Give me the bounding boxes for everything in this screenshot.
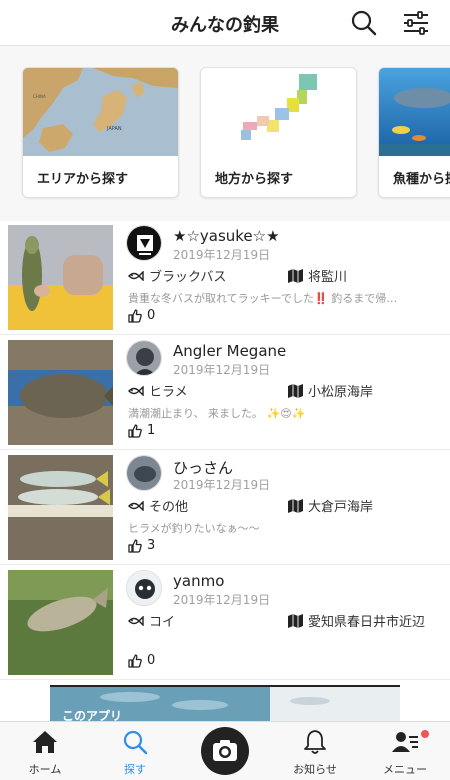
fishing-spot-label: 愛知県春日井市近辺 — [308, 615, 426, 630]
fish-species: ブラックバス — [128, 266, 226, 285]
filter-icon[interactable] — [402, 9, 430, 37]
catch-post[interactable]: yanmo 2019年12月19日 コイ 愛知県春日井市近辺 0 — [0, 566, 450, 680]
avatar[interactable] — [126, 225, 162, 261]
search-icon[interactable] — [350, 9, 378, 37]
like-button[interactable]: 0 — [128, 308, 155, 323]
nav-home[interactable]: ホーム — [0, 722, 90, 780]
post-comment: 貴重な冬バスが取れてラッキーでした‼️ 釣るまで帰… — [128, 292, 398, 305]
bottom-navigation: ホーム 探す お知らせ メニュー — [0, 721, 450, 780]
map-icon — [288, 613, 303, 628]
fish-icon — [128, 270, 144, 281]
fish-species: ヒラメ — [128, 381, 188, 400]
fish-icon — [128, 385, 144, 396]
aquarium-image — [379, 68, 450, 156]
like-button[interactable]: 0 — [128, 653, 155, 668]
username[interactable]: Angler Megane — [173, 342, 286, 360]
fish-species-label: コイ — [149, 615, 176, 630]
like-button[interactable]: 3 — [128, 538, 155, 553]
bell-icon — [304, 730, 326, 754]
search-icon — [123, 730, 148, 755]
nav-notifications[interactable]: お知らせ — [270, 722, 360, 780]
fish-species: コイ — [128, 611, 175, 630]
catch-post[interactable]: ひっさん 2019年12月19日 その他 大倉戸海岸 ヒラメが釣りたいなぁ〜〜 … — [0, 451, 450, 565]
fishing-spot: 愛知県春日井市近辺 — [288, 611, 425, 630]
svg-text:JAPAN: JAPAN — [106, 126, 122, 132]
camera-button[interactable] — [201, 727, 249, 775]
catch-feed: ★☆yasuke☆★ 2019年12月19日 ブラックバス 将監川 貴重な冬バス… — [0, 221, 450, 681]
post-date: 2019年12月19日 — [173, 593, 271, 607]
thumbs-up-icon — [128, 653, 142, 668]
category-card-region[interactable]: 地方から探す — [200, 67, 357, 198]
post-date: 2019年12月19日 — [173, 248, 271, 262]
category-label-region: 地方から探す — [215, 172, 294, 187]
category-label-fish: 魚種から探す — [393, 172, 450, 187]
catch-photo[interactable] — [8, 455, 113, 560]
thumbs-up-icon — [128, 308, 142, 323]
post-comment: ヒラメが釣りたいなぁ〜〜 — [128, 522, 260, 535]
home-icon — [33, 731, 57, 753]
category-label-area: エリアから探す — [37, 172, 129, 187]
post-date: 2019年12月19日 — [173, 363, 271, 377]
avatar[interactable] — [126, 570, 162, 606]
region-map-image — [201, 68, 356, 156]
notification-badge — [421, 730, 429, 738]
map-icon — [288, 383, 303, 398]
fish-icon — [128, 500, 144, 511]
catch-photo[interactable] — [8, 225, 113, 330]
fishing-spot-label: 将監川 — [308, 270, 348, 285]
fish-icon — [128, 615, 144, 626]
catch-post[interactable]: Angler Megane 2019年12月19日 ヒラメ 小松原海岸 満潮潮止… — [0, 336, 450, 450]
nav-explore[interactable]: 探す — [90, 722, 180, 780]
avatar[interactable] — [126, 455, 162, 491]
nav-home-label: ホーム — [28, 763, 62, 776]
catch-post[interactable]: ★☆yasuke☆★ 2019年12月19日 ブラックバス 将監川 貴重な冬バス… — [0, 221, 450, 335]
fishing-spot: 大倉戸海岸 — [288, 496, 373, 515]
map-image: JAPAN CHINA — [23, 68, 178, 156]
camera-icon — [213, 740, 237, 761]
fish-species-label: ヒラメ — [149, 385, 188, 400]
fishing-spot: 将監川 — [288, 266, 347, 285]
nav-menu[interactable]: メニュー — [360, 722, 450, 780]
like-count: 0 — [147, 653, 156, 668]
username[interactable]: ★☆yasuke☆★ — [173, 227, 280, 245]
category-card-fish[interactable]: 魚種から探す — [378, 67, 450, 198]
ad-text: このアプリ — [62, 709, 123, 721]
fishing-spot-label: 小松原海岸 — [308, 385, 374, 400]
fish-species: その他 — [128, 496, 188, 515]
fishing-spot-label: 大倉戸海岸 — [308, 500, 374, 515]
category-card-area[interactable]: JAPAN CHINA エリアから探す — [22, 67, 179, 198]
fishing-spot: 小松原海岸 — [288, 381, 373, 400]
like-count: 3 — [147, 538, 156, 553]
app-header: みんなの釣果 — [0, 0, 450, 46]
page-title: みんなの釣果 — [171, 15, 279, 36]
like-count: 0 — [147, 308, 156, 323]
ad-banner[interactable]: このアプリ — [50, 685, 400, 721]
like-count: 1 — [147, 423, 156, 438]
nav-notifications-label: お知らせ — [293, 763, 337, 776]
thumbs-up-icon — [128, 423, 142, 438]
fish-species-label: その他 — [149, 500, 189, 515]
nav-explore-label: 探す — [124, 763, 146, 776]
nav-menu-label: メニュー — [383, 763, 427, 776]
svg-text:CHINA: CHINA — [33, 94, 46, 99]
catch-photo[interactable] — [8, 340, 113, 445]
category-carousel[interactable]: JAPAN CHINA エリアから探す 地方から探す 魚種から — [0, 46, 450, 221]
map-icon — [288, 268, 303, 283]
thumbs-up-icon — [128, 538, 142, 553]
post-date: 2019年12月19日 — [173, 478, 271, 492]
post-comment: 満潮潮止まり、 来ました。 ✨😍✨ — [128, 407, 306, 420]
avatar[interactable] — [126, 340, 162, 376]
user-menu-icon — [392, 732, 418, 752]
catch-photo[interactable] — [8, 570, 113, 675]
map-icon — [288, 498, 303, 513]
username[interactable]: ひっさん — [173, 457, 233, 478]
like-button[interactable]: 1 — [128, 423, 155, 438]
fish-species-label: ブラックバス — [149, 270, 227, 285]
username[interactable]: yanmo — [173, 572, 224, 590]
